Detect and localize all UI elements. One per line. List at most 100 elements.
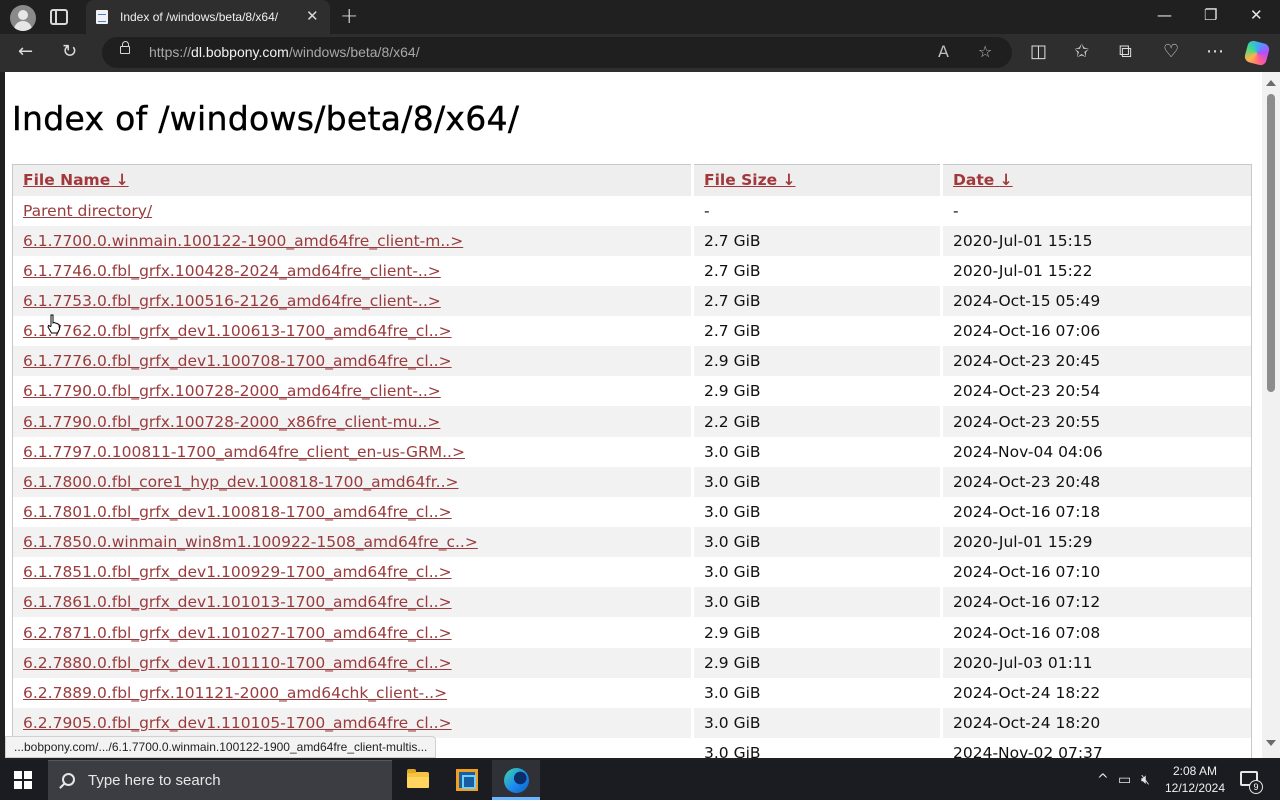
page-viewport: Index of /windows/beta/8/x64/ File Name … [5,72,1262,758]
file-name-cell: 6.1.7700.0.winmain.100122-1900_amd64fre_… [12,225,693,256]
file-link[interactable]: 6.1.7850.0.winmain_win8m1.100922-1508_am… [23,533,478,551]
file-date-cell: 2024-Oct-15 05:49 [940,285,1252,317]
file-link[interactable]: 6.1.7753.0.fbl_grfx.100516-2126_amd64fre… [23,292,441,310]
file-explorer-icon [407,769,429,788]
file-link[interactable]: 6.1.7746.0.fbl_grfx.100428-2024_amd64fre… [23,262,441,280]
file-name-cell: 6.2.7880.0.fbl_grfx_dev1.101110-1700_amd… [12,647,693,678]
file-size-cell: 3.0 GiB [691,466,942,497]
windows-sandbox-icon [456,769,478,791]
network-icon[interactable]: ▭ [1118,772,1131,788]
file-date-cell: 2020-Jul-01 15:29 [940,527,1252,558]
table-row: 6.1.7861.0.fbl_grfx_dev1.101013-1700_amd… [12,587,1252,618]
column-header-date[interactable]: Date ↓ [940,164,1252,196]
search-icon [62,773,75,786]
file-size-cell: 3.0 GiB [691,557,942,588]
tab-strip: Index of /windows/beta/8/x64/ ✕ + — ❐ ✕ [0,0,1280,34]
system-clock[interactable]: 2:08 AM 12/12/2024 [1164,763,1226,797]
file-date-cell: 2024-Oct-16 07:12 [940,587,1252,618]
file-link[interactable]: 6.1.7861.0.fbl_grfx_dev1.101013-1700_amd… [23,593,452,611]
sort-file-name-link[interactable]: File Name ↓ [23,171,129,189]
file-link[interactable]: 6.1.7797.0.100811-1700_amd64fre_client_e… [23,443,465,461]
file-link[interactable]: 6.1.7801.0.fbl_grfx_dev1.100818-1700_amd… [23,503,452,521]
scroll-thumb[interactable] [1267,94,1275,392]
windows-start-icon[interactable] [14,771,32,789]
file-size-cell: 2.9 GiB [691,376,942,407]
table-row: 6.1.7762.0.fbl_grfx_dev1.100613-1700_amd… [13,316,1252,347]
taskbar-app-edge[interactable] [492,760,540,800]
new-tab-icon[interactable]: + [340,4,358,29]
vertical-scrollbar[interactable] [1262,72,1280,758]
file-date-cell: 2024-Nov-02 07:37 [940,738,1252,758]
table-row: 6.1.7850.0.winmain_win8m1.100922-1508_am… [12,527,1252,558]
file-name-cell: 6.1.7801.0.fbl_grfx_dev1.100818-1700_amd… [13,497,693,527]
file-date-cell: 2024-Oct-23 20:48 [940,466,1252,497]
tab-close-icon[interactable]: ✕ [306,8,319,24]
taskbar-search-box[interactable]: Type here to search [48,760,392,800]
file-name-cell: 6.1.7776.0.fbl_grfx_dev1.100708-1700_amd… [12,346,693,377]
table-row: 6.1.7801.0.fbl_grfx_dev1.100818-1700_amd… [13,496,1252,528]
file-name-cell: 6.1.7790.0.fbl_grfx.100728-2000_amd64fre… [13,376,693,406]
tray-chevron-icon[interactable]: ^ [1097,772,1109,788]
taskbar-app-windows-sandbox[interactable] [443,760,491,800]
reload-icon[interactable]: ↻ [62,42,77,62]
volume-muted-icon[interactable]: 🔇︎ [1141,772,1150,788]
favorites-icon[interactable]: ✩ [1074,42,1089,62]
sort-file-size-link[interactable]: File Size ↓ [704,171,796,189]
file-size-cell: 2.7 GiB [691,316,942,347]
address-bar[interactable]: https://dl.bobpony.com/windows/beta/8/x6… [102,37,1012,68]
lock-icon[interactable] [120,41,130,54]
hand-cursor-icon [47,314,61,334]
file-size-cell: 2.2 GiB [691,406,942,437]
add-favorite-icon[interactable]: ☆ [978,42,992,61]
file-name-cell: 6.1.7746.0.fbl_grfx.100428-2024_amd64fre… [13,256,693,286]
collections-icon[interactable]: ⧉ [1119,42,1132,62]
back-icon[interactable]: ← [18,42,33,62]
file-link[interactable]: 6.2.7889.0.fbl_grfx.101121-2000_amd64chk… [23,684,447,702]
window-close-icon[interactable]: ✕ [1250,6,1263,24]
browser-essentials-icon[interactable]: ♡ [1163,42,1179,62]
tab-actions-menu-icon[interactable] [50,9,68,25]
page-title: Index of /windows/beta/8/x64/ [12,99,520,138]
file-link[interactable]: 6.2.7905.0.fbl_grfx_dev1.110105-1700_amd… [23,714,452,732]
file-link[interactable]: 6.1.7762.0.fbl_grfx_dev1.100613-1700_amd… [23,322,452,340]
restore-icon[interactable]: ❐ [1204,6,1217,24]
column-header-file-size[interactable]: File Size ↓ [691,164,942,196]
file-link[interactable]: 6.1.7800.0.fbl_core1_hyp_dev.100818-1700… [23,473,459,491]
file-date-cell: 2024-Oct-23 20:55 [940,406,1252,437]
scroll-down-arrow-icon[interactable] [1266,740,1276,746]
browser-toolbar: ← ↻ https://dl.bobpony.com/windows/beta/… [0,34,1280,72]
file-link[interactable]: 6.1.7790.0.fbl_grfx.100728-2000_x86fre_c… [23,413,440,431]
url-text[interactable]: https://dl.bobpony.com/windows/beta/8/x6… [149,44,420,60]
table-row: 6.1.7797.0.100811-1700_amd64fre_client_e… [13,436,1252,467]
read-aloud-icon[interactable]: A [938,42,949,61]
scroll-up-arrow-icon[interactable] [1266,80,1276,86]
split-screen-icon[interactable]: ◫ [1030,42,1047,62]
file-date-cell: 2020-Jul-01 15:22 [940,255,1252,286]
sort-date-link[interactable]: Date ↓ [953,171,1013,189]
search-placeholder: Type here to search [88,772,221,789]
file-size-cell: 3.0 GiB [691,496,942,528]
file-link[interactable]: 6.1.7700.0.winmain.100122-1900_amd64fre_… [23,232,463,250]
tab-active[interactable]: Index of /windows/beta/8/x64/ ✕ [86,0,330,34]
file-link[interactable]: 6.1.7851.0.fbl_grfx_dev1.100929-1700_amd… [23,563,452,581]
file-link[interactable]: 6.1.7776.0.fbl_grfx_dev1.100708-1700_amd… [23,352,452,370]
file-size-cell: 2.7 GiB [691,285,942,317]
settings-more-icon[interactable]: ⋯ [1206,42,1224,62]
page-favicon-icon [96,10,108,24]
column-header-file-name[interactable]: File Name ↓ [12,164,693,196]
file-link[interactable]: 6.1.7790.0.fbl_grfx.100728-2000_amd64fre… [23,382,441,400]
file-listing-table: File Name ↓ File Size ↓ Date ↓ Parent di… [12,164,1252,758]
parent-directory-link[interactable]: Parent directory/ [23,202,152,220]
profile-avatar-icon[interactable] [10,5,36,31]
table-row: 6.2.7880.0.fbl_grfx_dev1.101110-1700_amd… [12,647,1252,678]
file-link[interactable]: 6.2.7871.0.fbl_grfx_dev1.101027-1700_amd… [23,624,452,642]
file-link[interactable]: 6.2.7880.0.fbl_grfx_dev1.101110-1700_amd… [23,654,452,672]
file-name-cell: 6.1.7797.0.100811-1700_amd64fre_client_e… [13,437,693,467]
taskbar-app-file-explorer[interactable] [394,760,442,800]
file-size-cell: 2.7 GiB [691,225,942,256]
clock-date: 12/12/2024 [1164,781,1226,795]
file-date-cell: 2024-Oct-16 07:08 [940,617,1252,648]
minimize-icon[interactable]: — [1157,6,1172,24]
notification-count-badge: 9 [1249,780,1263,794]
table-row: 6.1.7776.0.fbl_grfx_dev1.100708-1700_amd… [12,346,1252,377]
